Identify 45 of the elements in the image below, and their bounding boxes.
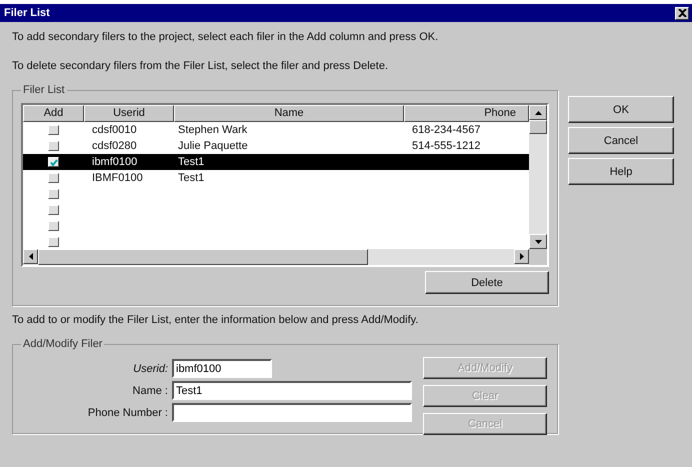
table-cell: Stephen Wark bbox=[178, 124, 248, 136]
scroll-left-icon[interactable] bbox=[23, 249, 38, 264]
scroll-down-icon[interactable] bbox=[529, 234, 547, 249]
field-label: Name : bbox=[132, 384, 168, 396]
table-row[interactable]: cdsf0010 Stephen Wark 618-234-4567 bbox=[23, 122, 529, 138]
table-cell: IBMF0100 bbox=[92, 172, 143, 184]
dialog-button[interactable]: OK bbox=[568, 96, 674, 123]
column-header[interactable]: Add bbox=[23, 105, 84, 122]
scroll-thumb[interactable] bbox=[38, 249, 368, 265]
table-row[interactable]: ibmf0100 Test1 bbox=[23, 154, 529, 170]
table-cell: 618-234-4567 bbox=[412, 124, 481, 136]
close-button[interactable] bbox=[675, 6, 689, 20]
input-field[interactable]: ibmf0100 bbox=[172, 359, 272, 378]
horizontal-scrollbar[interactable] bbox=[23, 249, 529, 265]
scroll-thumb[interactable] bbox=[529, 120, 547, 134]
table-cell: ibmf0100 bbox=[92, 156, 138, 168]
instruction-text: To add secondary filers to the project, select each filer in the Add column and press OK. bbox=[12, 30, 440, 45]
input-field[interactable]: Test1 bbox=[172, 381, 412, 400]
group-label: Filer List bbox=[21, 84, 67, 96]
table-row[interactable]: cdsf0280 Julie Paquette 514-555-1212 bbox=[23, 138, 529, 154]
dialog-button[interactable]: Cancel bbox=[568, 127, 674, 154]
instruction-text: To add to or modify the Filer List, enter the information below and press Add/Modify. bbox=[12, 313, 420, 328]
table-cell: Julie Paquette bbox=[178, 140, 248, 152]
window-title: Filer List bbox=[4, 7, 50, 19]
instruction-text: To delete secondary filers from the Filer List, select the filer and press Delete. bbox=[12, 59, 390, 74]
vertical-scrollbar[interactable] bbox=[529, 105, 547, 265]
table-row[interactable]: IBMF0100 Test1 bbox=[23, 170, 529, 186]
scroll-up-icon[interactable] bbox=[529, 105, 547, 120]
group-label: Add/Modify Filer bbox=[21, 338, 104, 350]
input-field[interactable] bbox=[172, 403, 412, 422]
table-cell: Test1 bbox=[178, 172, 204, 184]
field-label: Userid: bbox=[132, 362, 168, 374]
dialog-button[interactable]: Help bbox=[568, 158, 674, 185]
column-header[interactable]: Name bbox=[174, 105, 404, 122]
scrollbar-corner bbox=[529, 249, 547, 265]
table-cell: Test1 bbox=[178, 156, 204, 168]
delete-button[interactable]: Delete bbox=[425, 271, 549, 294]
column-header[interactable]: Phone bbox=[404, 105, 529, 122]
field-label: Phone Number : bbox=[86, 406, 168, 418]
table-cell: cdsf0010 bbox=[92, 124, 137, 136]
scroll-right-icon[interactable] bbox=[514, 249, 529, 264]
checkbox[interactable] bbox=[48, 157, 59, 167]
table-cell: 514-555-1212 bbox=[412, 140, 481, 152]
table-cell: cdsf0280 bbox=[92, 140, 137, 152]
column-header[interactable]: Userid bbox=[84, 105, 174, 122]
